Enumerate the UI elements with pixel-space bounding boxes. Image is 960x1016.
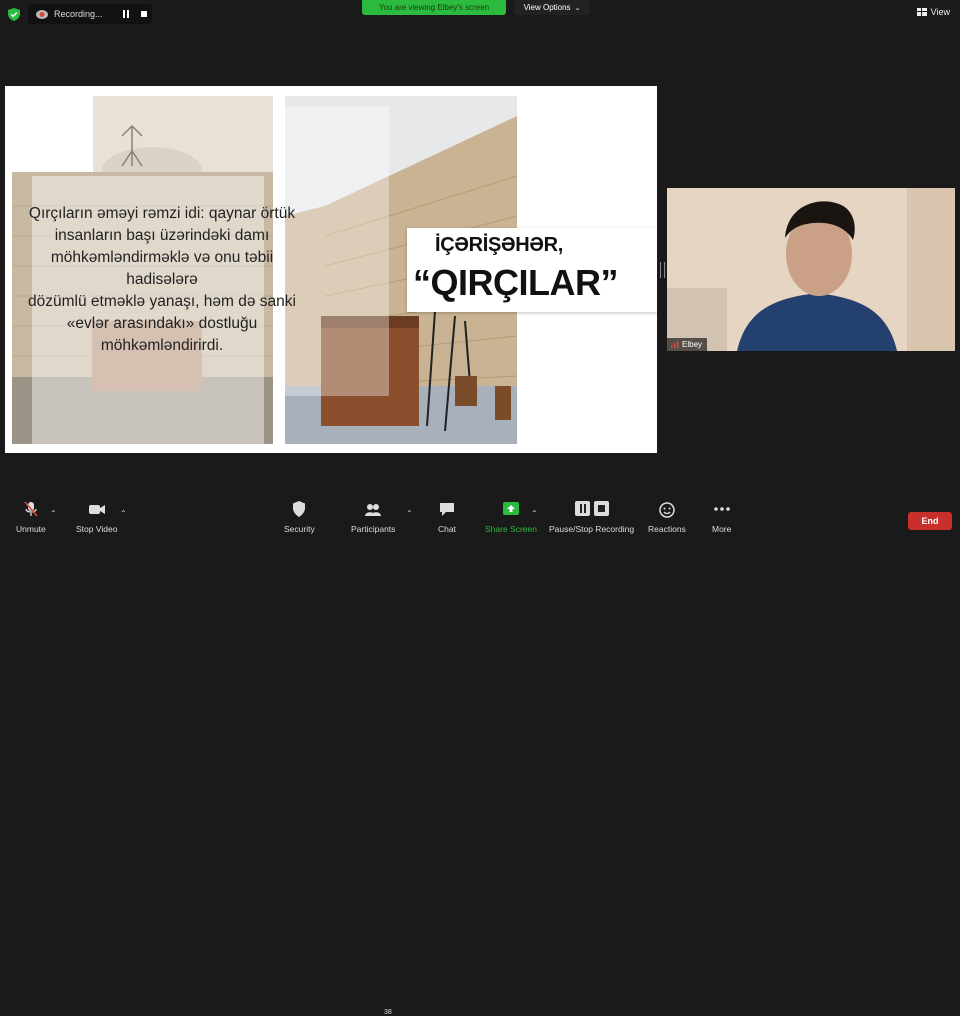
slide-title-line2: “QIRÇILAR” bbox=[413, 262, 619, 303]
end-label: End bbox=[921, 516, 939, 526]
paragraph-line: dözümlü etməklə yanaşı, həm də sanki bbox=[28, 293, 296, 310]
slide-title-line1: İÇƏRİŞƏHƏR, bbox=[435, 234, 564, 256]
recording-icon bbox=[36, 9, 48, 19]
security-label: Security bbox=[284, 524, 315, 534]
reactions-label: Reactions bbox=[648, 524, 686, 534]
grid-icon bbox=[916, 8, 927, 16]
participant-video[interactable]: Elbey bbox=[667, 188, 955, 351]
end-meeting-button[interactable]: End bbox=[908, 512, 952, 530]
paragraph-line: «evlər arasındakı» dostluğu bbox=[66, 315, 258, 332]
view-options-label: View Options bbox=[523, 3, 571, 12]
more-label: More bbox=[712, 524, 732, 534]
share-screen-icon bbox=[502, 502, 519, 515]
participant-name-tag: Elbey bbox=[667, 338, 708, 351]
paragraph-line: insanların başı üzərindəki damı bbox=[54, 227, 270, 244]
signal-bars-icon bbox=[671, 341, 679, 348]
slide-paragraph: Qırçıların əməyi rəmzi idi: qaynar örtük… bbox=[27, 203, 297, 357]
participants-icon bbox=[365, 504, 382, 516]
share-screen-label: Share Screen bbox=[485, 524, 537, 534]
pause-stop-recording-button[interactable]: Pause/Stop Recording bbox=[549, 500, 634, 534]
pause-stop-recording-icon bbox=[574, 501, 609, 516]
muted-mic-icon bbox=[24, 501, 38, 517]
shield-icon[interactable] bbox=[8, 8, 20, 21]
paragraph-line: Qırçıların əməyi rəmzi idi: qaynar örtük bbox=[28, 205, 296, 222]
share-screen-button[interactable]: Share Screen bbox=[485, 500, 537, 534]
view-button[interactable]: View bbox=[916, 7, 950, 17]
view-label: View bbox=[930, 7, 950, 17]
participants-label: Participants bbox=[351, 524, 396, 534]
participants-button[interactable]: Participants bbox=[351, 500, 395, 534]
slide-title-box: İÇƏRİŞƏHƏR, “QIRÇILAR” bbox=[407, 228, 657, 312]
chat-label: Chat bbox=[438, 524, 456, 534]
shared-screen-slide: Qırçıların əməyi rəmzi idi: qaynar örtük… bbox=[5, 86, 657, 453]
chevron-up-icon[interactable]: ⌃ bbox=[50, 509, 57, 518]
shield-icon bbox=[293, 501, 306, 517]
participant-video-image bbox=[667, 188, 955, 351]
paragraph-line: möhkəmləndirirdi. bbox=[100, 337, 224, 354]
paragraph-line: möhkəmləndirməklə və onu təbii hadisələr… bbox=[50, 249, 274, 288]
pause-icon[interactable] bbox=[122, 10, 130, 18]
stop-icon[interactable] bbox=[140, 10, 148, 18]
stop-video-button[interactable]: Stop Video bbox=[76, 500, 117, 534]
viewing-banner-label: You are viewing Elbey's screen bbox=[378, 3, 490, 12]
meeting-toolbar: Unmute ⌃ Stop Video ⌃ Security Participa… bbox=[0, 500, 960, 1016]
participant-name: Elbey bbox=[682, 340, 703, 349]
more-button[interactable]: More bbox=[712, 500, 731, 534]
chevron-up-icon[interactable]: ⌃ bbox=[531, 509, 538, 518]
stop-video-label: Stop Video bbox=[76, 524, 118, 534]
viewing-banner: You are viewing Elbey's screen bbox=[362, 0, 506, 15]
top-bar: Recording... You are viewing Elbey's scr… bbox=[0, 0, 960, 28]
chevron-up-icon[interactable]: ⌃ bbox=[120, 509, 127, 518]
view-options-button[interactable]: View Options ⌄ bbox=[514, 0, 590, 15]
reactions-button[interactable]: Reactions bbox=[648, 500, 686, 534]
security-button[interactable]: Security bbox=[284, 500, 315, 534]
slide-white-corner bbox=[5, 86, 93, 172]
unmute-label: Unmute bbox=[16, 524, 46, 534]
unmute-button[interactable]: Unmute bbox=[16, 500, 46, 534]
participants-count-badge: 38 bbox=[384, 1009, 392, 1016]
chat-icon bbox=[440, 503, 454, 516]
pause-stop-recording-label: Pause/Stop Recording bbox=[549, 524, 635, 534]
more-dots-icon bbox=[713, 507, 730, 511]
recording-label: Recording... bbox=[54, 9, 103, 19]
recording-indicator: Recording... bbox=[28, 4, 152, 24]
panel-resize-handle[interactable] bbox=[660, 262, 665, 278]
chevron-down-icon: ⌄ bbox=[574, 4, 581, 12]
chevron-up-icon[interactable]: ⌃ bbox=[406, 509, 413, 518]
reactions-emoji-icon bbox=[659, 502, 675, 518]
chat-button[interactable]: Chat bbox=[438, 500, 456, 534]
video-camera-icon bbox=[88, 505, 105, 514]
